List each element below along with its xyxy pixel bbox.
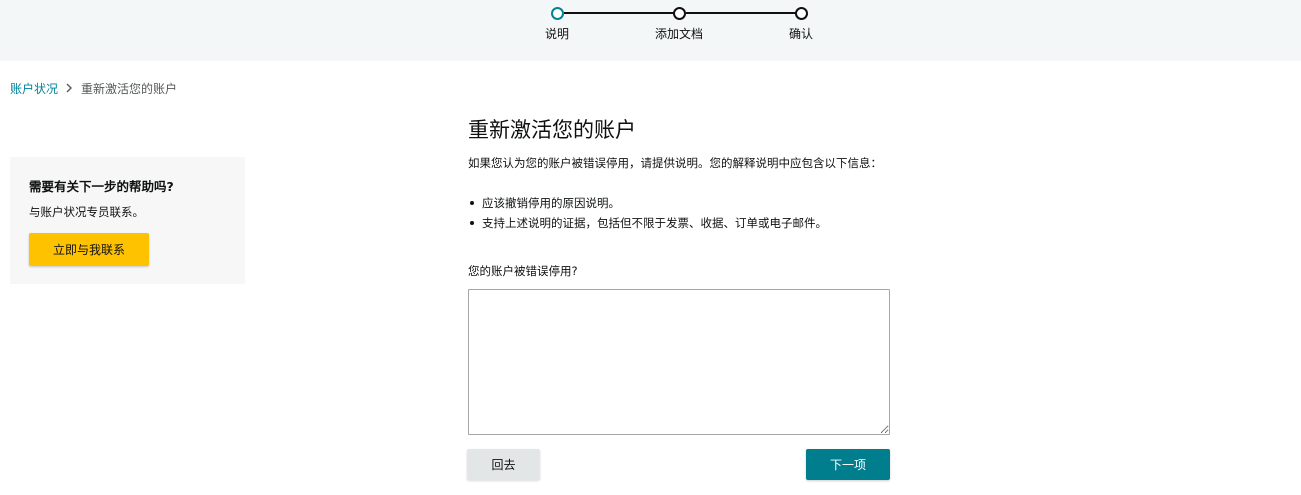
step-2-label: 添加文档 — [654, 27, 704, 41]
breadcrumb: 账户状况 重新激活您的账户 — [10, 80, 177, 97]
help-panel: 需要有关下一步的帮助吗? 与账户状况专员联系。 立即与我联系 — [10, 157, 245, 284]
list-item: 支持上述说明的证据，包括但不限于发票、收据、订单或电子邮件。 — [468, 213, 827, 233]
progress-stepper: 说明 添加文档 确认 — [0, 0, 1301, 61]
next-button[interactable]: 下一项 — [806, 449, 890, 480]
page: 说明 添加文档 确认 账户状况 重新激活您的账户 需要有关下一步的帮助吗? 与账… — [0, 0, 1301, 495]
step-3-label: 确认 — [788, 27, 814, 41]
chevron-right-icon — [66, 82, 73, 96]
breadcrumb-current: 重新激活您的账户 — [81, 82, 178, 96]
page-title: 重新激活您的账户 — [468, 118, 636, 142]
breadcrumb-account-health-link[interactable]: 账户状况 — [10, 80, 58, 97]
contact-me-now-button[interactable]: 立即与我联系 — [29, 233, 149, 266]
list-item: 应该撤销停用的原因说明。 — [468, 193, 827, 213]
step-3-indicator — [795, 7, 808, 20]
step-connector — [564, 12, 674, 14]
step-2-indicator — [673, 7, 686, 20]
explanation-question-label: 您的账户被错误停用? — [468, 264, 578, 278]
step-1-label: 说明 — [544, 27, 570, 41]
requirements-list: 应该撤销停用的原因说明。 支持上述说明的证据，包括但不限于发票、收据、订单或电子… — [468, 193, 827, 233]
intro-text: 如果您认为您的账户被错误停用，请提供说明。您的解释说明中应包含以下信息： — [468, 156, 882, 170]
explanation-textarea[interactable] — [468, 289, 890, 435]
step-1-indicator — [551, 7, 564, 20]
help-panel-text: 与账户状况专员联系。 — [29, 205, 144, 219]
step-connector — [686, 12, 796, 14]
help-panel-title: 需要有关下一步的帮助吗? — [29, 179, 174, 194]
back-button[interactable]: 回去 — [467, 449, 540, 480]
chevron-right-icon-svg — [66, 83, 73, 92]
